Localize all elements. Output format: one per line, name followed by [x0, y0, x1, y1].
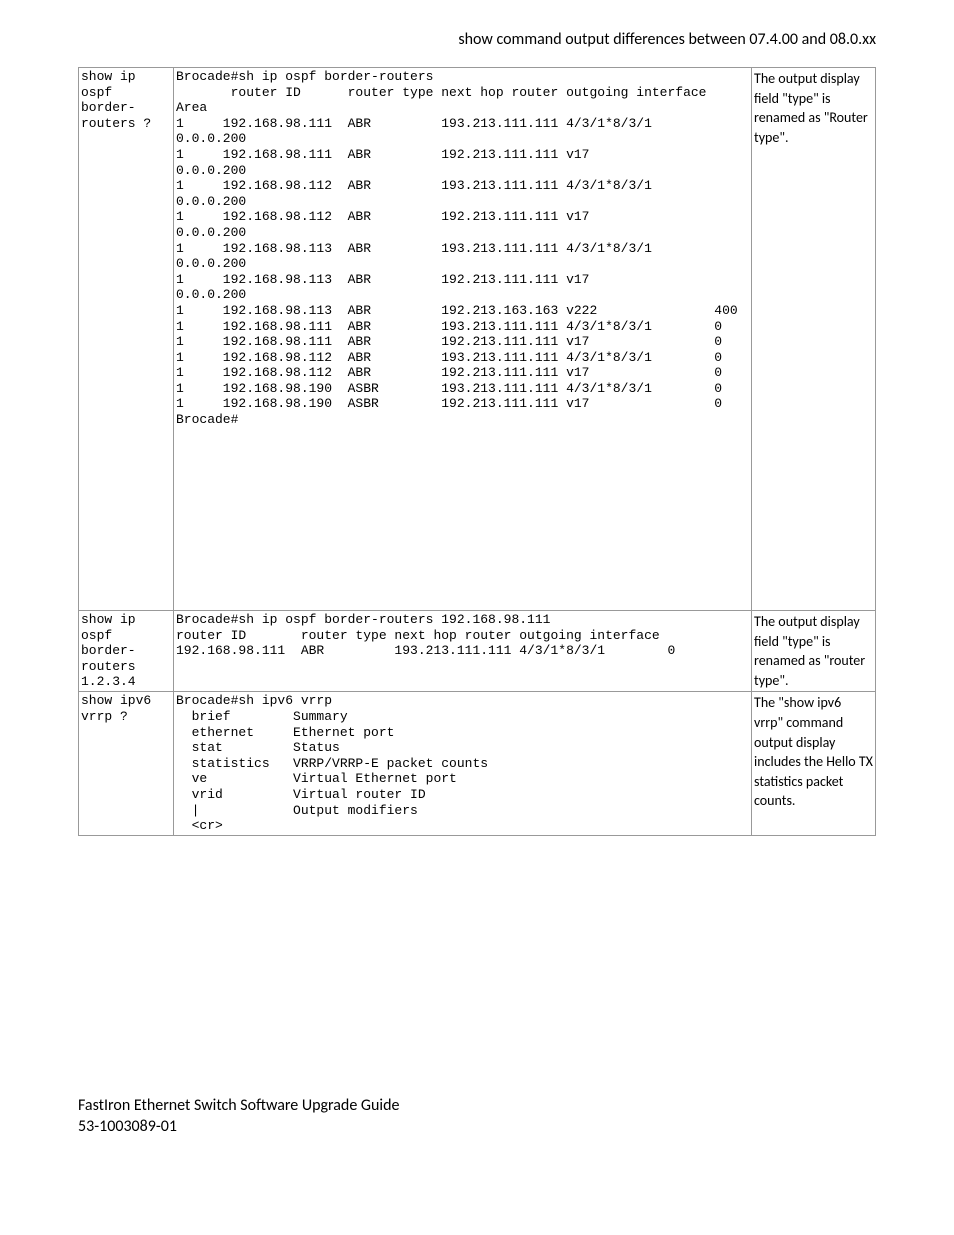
output-cell: Brocade#sh ipv6 vrrp brief Summary ether…	[174, 692, 752, 835]
page-footer: FastIron Ethernet Switch Software Upgrad…	[78, 1096, 876, 1138]
output-cell: Brocade#sh ip ospf border-routers 192.16…	[174, 611, 752, 692]
notes-cell: The output display field "type" is renam…	[752, 68, 876, 611]
command-cell: show ip ospf border- routers 1.2.3.4	[79, 611, 174, 692]
notes-cell: The output display field "type" is renam…	[752, 611, 876, 692]
command-cell: show ipv6 vrrp ?	[79, 692, 174, 835]
output-cell: Brocade#sh ip ospf border-routers router…	[174, 68, 752, 611]
table-row: show ip ospf border- routers 1.2.3.4 Bro…	[79, 611, 876, 692]
diff-table: show ip ospf border- routers ? Brocade#s…	[78, 67, 876, 836]
footer-docnum: 53-1003089-01	[78, 1117, 876, 1138]
table-row: show ipv6 vrrp ? Brocade#sh ipv6 vrrp br…	[79, 692, 876, 835]
table-row: show ip ospf border- routers ? Brocade#s…	[79, 68, 876, 611]
command-cell: show ip ospf border- routers ?	[79, 68, 174, 611]
footer-title: FastIron Ethernet Switch Software Upgrad…	[78, 1096, 876, 1117]
document-page: show command output differences between …	[0, 0, 954, 1177]
notes-cell: The "show ipv6 vrrp" command output disp…	[752, 692, 876, 835]
page-header: show command output differences between …	[78, 30, 876, 49]
header-title: show command output differences between …	[458, 30, 876, 49]
